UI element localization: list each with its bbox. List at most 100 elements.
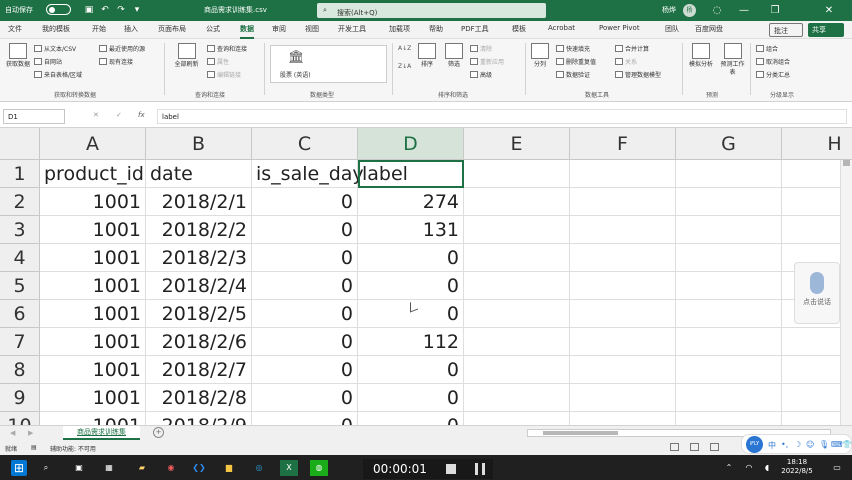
cell-f9[interactable] — [570, 384, 676, 412]
stop-icon[interactable] — [446, 464, 456, 474]
refresh-all-button[interactable]: 全部刷新 — [171, 43, 202, 69]
excel-icon[interactable]: X — [280, 460, 298, 476]
cell-a8[interactable]: 1001 — [40, 356, 146, 384]
from-table-button[interactable]: 来自表格/区域 — [34, 70, 82, 79]
ime-moon-icon[interactable]: ☽ — [794, 440, 801, 449]
data-validation-button[interactable]: 数据验证 — [556, 70, 590, 79]
tab-pdf-tools[interactable]: PDF工具 — [461, 24, 489, 38]
cell-b8[interactable]: 2018/2/7 — [146, 356, 252, 384]
worksheet-grid[interactable]: product_id date is_sale_day label 1001 2018/2… — [0, 128, 852, 425]
start-icon[interactable]: ⊞ — [11, 460, 27, 476]
vertical-scrollbar[interactable] — [840, 128, 852, 425]
cell-g7[interactable] — [676, 328, 782, 356]
cell-d4[interactable]: 0 — [358, 244, 464, 272]
remove-duplicates-button[interactable]: 删除重复值 — [556, 57, 596, 66]
tab-team[interactable]: 团队 — [665, 24, 679, 38]
tab-power-pivot[interactable]: Power Pivot — [599, 24, 640, 38]
pause-icon[interactable] — [475, 463, 486, 475]
tab-page-layout[interactable]: 页面布局 — [158, 24, 186, 38]
cell-a9[interactable]: 1001 — [40, 384, 146, 412]
voice-input-widget[interactable]: 点击说话 — [794, 262, 840, 324]
cancel-icon[interactable]: ✕ — [93, 111, 99, 119]
cell-f3[interactable] — [570, 216, 676, 244]
files-icon[interactable]: ▰ — [133, 460, 151, 476]
cell-a6[interactable]: 1001 — [40, 300, 146, 328]
cell-f10[interactable] — [570, 412, 676, 425]
row-header-4[interactable]: 4 — [0, 244, 40, 272]
more-icon[interactable]: ▾ — [130, 2, 144, 18]
cell-b2[interactable]: 2018/2/1 — [146, 188, 252, 216]
ime-punctuation[interactable]: •, — [781, 440, 788, 449]
cell-b7[interactable]: 2018/2/6 — [146, 328, 252, 356]
ime-chinese[interactable]: 中 — [768, 440, 776, 451]
minimize-icon[interactable]: — — [733, 2, 755, 19]
tab-data[interactable]: 数据 — [240, 24, 254, 39]
cell-d3[interactable]: 131 — [358, 216, 464, 244]
undo-icon[interactable]: ↶ — [98, 2, 112, 18]
tab-baidu[interactable]: 百度网盘 — [695, 24, 723, 38]
cell-c10[interactable]: 0 — [252, 412, 358, 425]
tab-addins[interactable]: 加载项 — [389, 24, 410, 38]
tab-developer[interactable]: 开发工具 — [338, 24, 366, 38]
cell-e10[interactable] — [464, 412, 570, 425]
ime-mic-icon[interactable]: 🎙 — [819, 440, 829, 449]
accessibility-status[interactable]: 辅助功能: 不可用 — [50, 444, 96, 453]
text-to-columns-button[interactable]: 分列 — [530, 43, 550, 69]
advanced-button[interactable]: 高级 — [470, 70, 492, 79]
cell-g8[interactable] — [676, 356, 782, 384]
close-icon[interactable]: ✕ — [818, 2, 840, 19]
taskbar-clock[interactable]: 18:18 2022/8/5 — [779, 458, 815, 476]
cell-c7[interactable]: 0 — [252, 328, 358, 356]
from-web-button[interactable]: 自网站 — [34, 57, 62, 66]
avatar[interactable]: 杨 — [683, 4, 696, 17]
cell-f6[interactable] — [570, 300, 676, 328]
queries-connections-button[interactable]: 查询和连接 — [207, 44, 247, 53]
cell-g6[interactable] — [676, 300, 782, 328]
tab-help[interactable]: 帮助 — [429, 24, 443, 38]
cell-a3[interactable]: 1001 — [40, 216, 146, 244]
cell-e9[interactable] — [464, 384, 570, 412]
volume-icon[interactable]: ◖ — [758, 460, 776, 476]
column-header-d[interactable]: D — [358, 128, 464, 160]
stocks-datatype[interactable]: 🏛 股票 (英语) — [270, 45, 387, 83]
cell-c4[interactable]: 0 — [252, 244, 358, 272]
prev-sheet-icon[interactable]: ◀ — [10, 429, 15, 437]
cell-b5[interactable]: 2018/2/4 — [146, 272, 252, 300]
column-header-g[interactable]: G — [676, 128, 782, 160]
cell-e8[interactable] — [464, 356, 570, 384]
search-icon[interactable]: ⌕ — [37, 460, 55, 476]
column-header-h[interactable]: H — [782, 128, 852, 160]
page-break-view-icon[interactable] — [710, 443, 719, 451]
cell-g9[interactable] — [676, 384, 782, 412]
name-box[interactable]: D1 — [3, 109, 65, 124]
comments-button[interactable]: 批注 — [769, 23, 803, 37]
enter-icon[interactable]: ✓ — [116, 111, 122, 119]
properties-button[interactable]: 属性 — [207, 57, 229, 66]
tab-file[interactable]: 文件 — [8, 24, 22, 38]
cell-d7[interactable]: 112 — [358, 328, 464, 356]
row-header-6[interactable]: 6 — [0, 300, 40, 328]
sort-button[interactable]: 排序 — [417, 43, 437, 69]
cell-d2[interactable]: 274 — [358, 188, 464, 216]
column-header-c[interactable]: C — [252, 128, 358, 160]
filter-button[interactable]: 筛选 — [444, 43, 464, 69]
row-header-9[interactable]: 9 — [0, 384, 40, 412]
row-header-1[interactable]: 1 — [0, 160, 40, 188]
cell-a1[interactable]: product_id — [40, 160, 146, 188]
column-header-f[interactable]: F — [570, 128, 676, 160]
cell-b10[interactable]: 2018/2/9 — [146, 412, 252, 425]
cell-d5[interactable]: 0 — [358, 272, 464, 300]
consolidate-button[interactable]: 合并计算 — [615, 44, 649, 53]
wifi-icon[interactable]: ◠ — [740, 460, 758, 476]
cell-a4[interactable]: 1001 — [40, 244, 146, 272]
cell-f4[interactable] — [570, 244, 676, 272]
cell-g5[interactable] — [676, 272, 782, 300]
add-sheet-button[interactable]: + — [153, 427, 164, 438]
search-box[interactable]: ⌕ 搜索(Alt+Q) — [317, 3, 546, 18]
cell-f5[interactable] — [570, 272, 676, 300]
cell-b1[interactable]: date — [146, 160, 252, 188]
from-text-button[interactable]: 从文本/CSV — [34, 44, 76, 53]
vscode-icon[interactable]: ❮❯ — [190, 460, 208, 476]
ungroup-button[interactable]: 取消组合 — [756, 57, 790, 66]
edit-links-button[interactable]: 编辑链接 — [207, 70, 241, 79]
